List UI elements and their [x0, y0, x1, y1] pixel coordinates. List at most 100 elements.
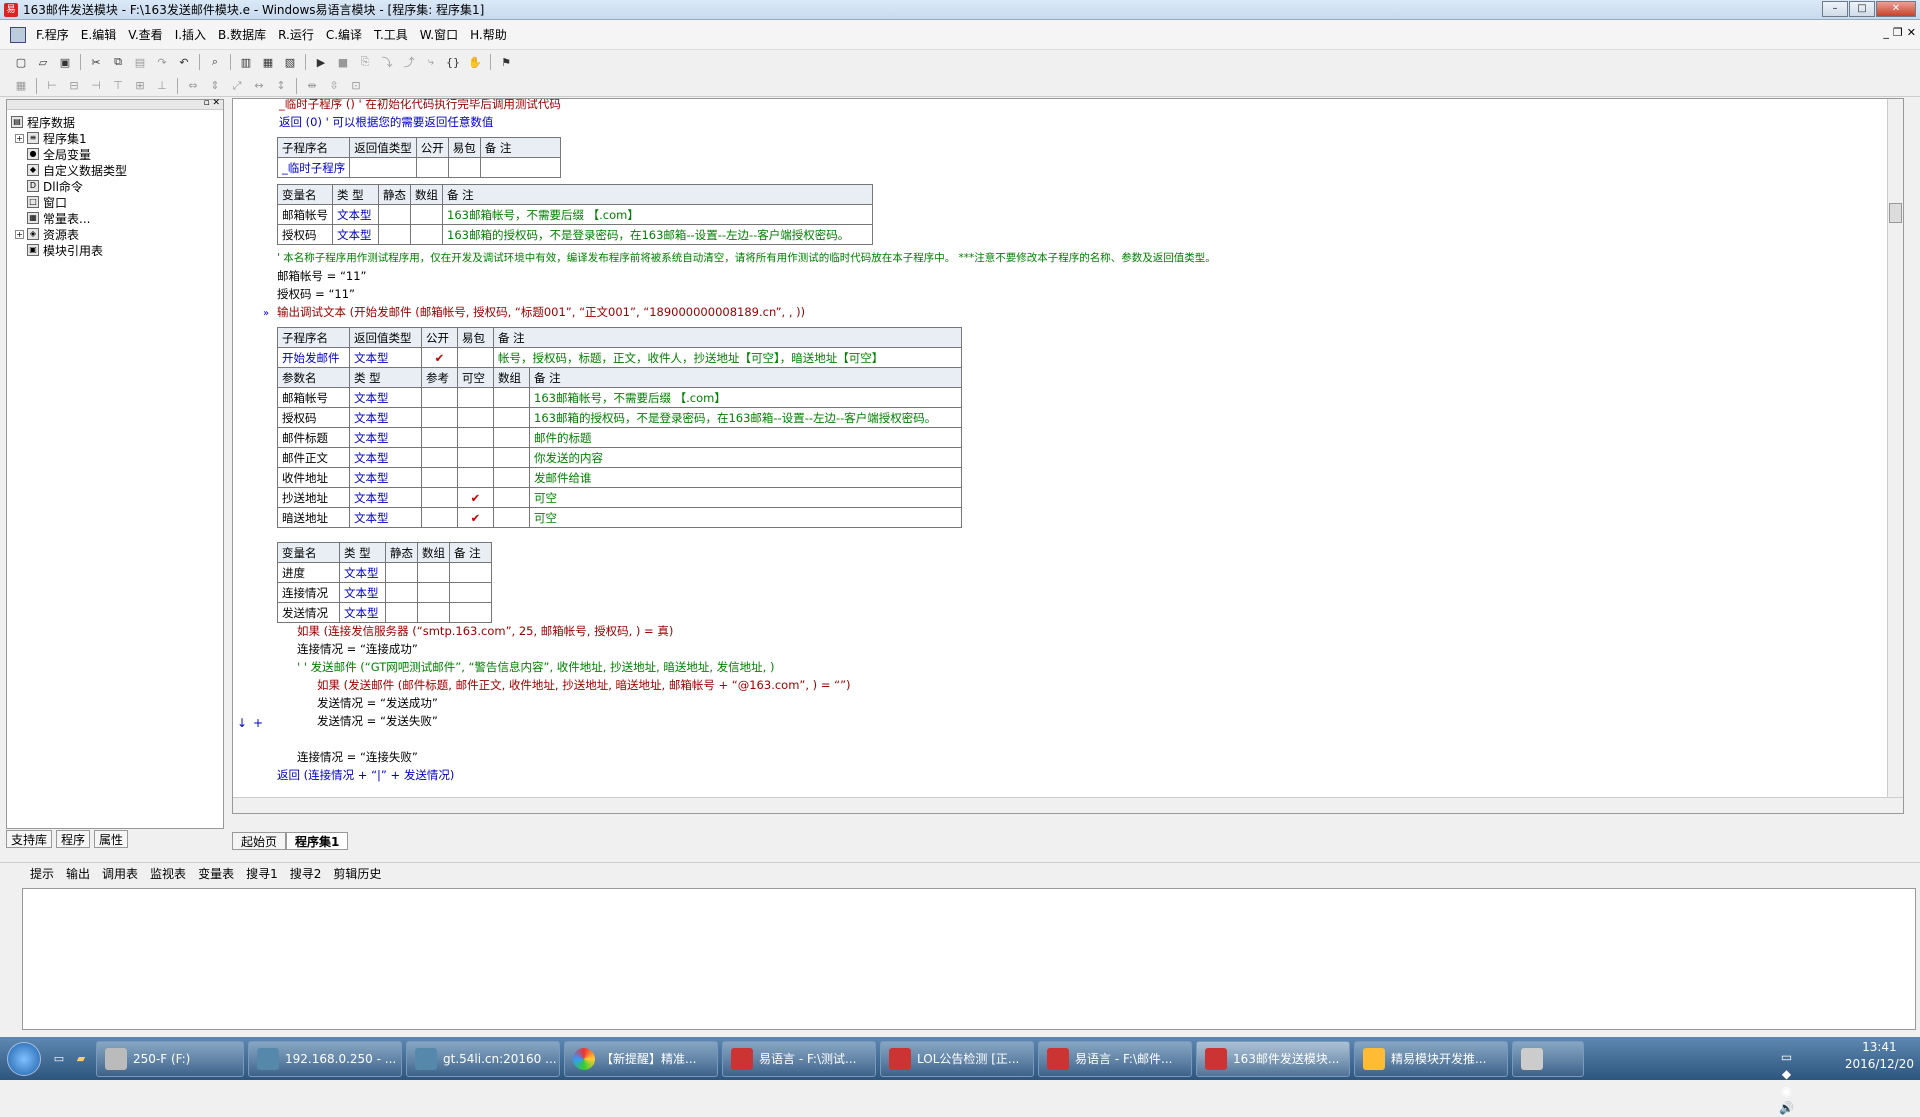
table-row[interactable]: 连接情况 文本型	[277, 582, 492, 603]
mdi-close-button[interactable]: ✕	[1907, 26, 1916, 39]
table-row[interactable]: 进度 文本型	[277, 562, 492, 583]
tree-item-datatypes[interactable]: ◆ 自定义数据类型	[11, 162, 223, 178]
table-cell[interactable]	[493, 487, 530, 508]
menu-database[interactable]: B.数据库	[218, 26, 266, 43]
layout-left-icon[interactable]: ▥	[238, 54, 254, 70]
table-cell[interactable]	[421, 387, 458, 408]
table-cell[interactable]: 文本型	[349, 467, 422, 488]
table-cell[interactable]	[415, 157, 449, 178]
table-cell[interactable]	[410, 204, 443, 225]
table-cell[interactable]: 文本型	[349, 347, 422, 368]
table-cell[interactable]: 帐号，授权码，标题，正文，收件人，抄送地址【可空】，暗送地址【可空】	[493, 347, 962, 368]
code-line[interactable]: 授权码 = “11”	[277, 285, 355, 303]
clock-date[interactable]: 2016/12/20	[1845, 1056, 1914, 1073]
taskbar-button[interactable]: 【新提醒】精准...	[564, 1040, 718, 1077]
taskbar-button[interactable]: LOL公告检测 [正...	[880, 1040, 1034, 1077]
open-folder-icon[interactable]: ▱	[35, 54, 51, 70]
copy-icon[interactable]: ⧉	[110, 54, 126, 70]
code-area[interactable]: _临时子程序 () ' 在初始化代码执行完毕后调用测试代码 返回 (0) ' 可…	[275, 99, 1885, 813]
document-icon[interactable]	[10, 26, 26, 43]
explorer-icon[interactable]: ▰	[73, 1051, 89, 1067]
table-cell[interactable]	[378, 224, 411, 245]
table-row[interactable]: 收件地址 文本型 发邮件给谁	[277, 467, 962, 488]
tab-watch[interactable]: 监视表	[150, 865, 186, 882]
table-cell[interactable]	[493, 507, 530, 528]
step-out-icon[interactable]: ⤴	[401, 54, 417, 70]
table-cell[interactable]: 文本型	[349, 427, 422, 448]
taskbar-button[interactable]: 易语言 - F:\邮件...	[1038, 1040, 1192, 1077]
table-cell[interactable]: 163邮箱帐号，不需要后缀 【.com】	[442, 204, 873, 225]
step-over-icon[interactable]: ⤷	[423, 54, 439, 70]
table-cell[interactable]: _临时子程序	[276, 157, 351, 178]
code-comment[interactable]: ' 本名称子程序用作测试程序用，仅在开发及调试环境中有效，编译发布程序前将被系统…	[277, 249, 1216, 267]
tab-call-stack[interactable]: 调用表	[102, 865, 138, 882]
table-cell[interactable]: 授权码	[277, 407, 350, 428]
same-height-icon[interactable]: ⇕	[207, 78, 223, 94]
align-middle-icon[interactable]: ⊞	[132, 78, 148, 94]
table-cell[interactable]	[385, 602, 418, 623]
table-row[interactable]: 开始发邮件 文本型 ✔ 帐号，授权码，标题，正文，收件人，抄送地址【可空】，暗送地址【…	[277, 347, 962, 368]
expand-icon[interactable]: +	[15, 133, 24, 143]
table-cell[interactable]: 你发送的内容	[529, 447, 962, 468]
hand-icon[interactable]: ✋	[467, 54, 483, 70]
table-cell[interactable]	[410, 224, 443, 245]
table-cell[interactable]	[421, 467, 458, 488]
table-cell[interactable]	[447, 157, 481, 178]
table-cell[interactable]: 163邮箱帐号，不需要后缀 【.com】	[529, 387, 962, 408]
table-cell[interactable]	[457, 427, 494, 448]
menu-help[interactable]: H.帮助	[470, 26, 507, 43]
taskbar-button-active[interactable]: 163邮件发送模块...	[1196, 1040, 1350, 1077]
menu-run[interactable]: R.运行	[278, 26, 314, 43]
table-cell[interactable]	[479, 157, 561, 178]
tray-icons[interactable]: ▭ ◆ ◉ 🔊	[1779, 1049, 1794, 1117]
table-cell[interactable]	[493, 467, 530, 488]
step-icon[interactable]: ⎘	[357, 54, 373, 70]
menu-tools[interactable]: T.工具	[374, 26, 408, 43]
table-cell[interactable]: 文本型	[349, 387, 422, 408]
table-cell[interactable]	[421, 507, 458, 528]
table-cell[interactable]	[421, 407, 458, 428]
vertical-scrollbar[interactable]	[1887, 99, 1903, 799]
table-cell[interactable]: 开始发邮件	[277, 347, 350, 368]
table-cell[interactable]	[457, 467, 494, 488]
code-line[interactable]: 邮箱帐号 = “11”	[277, 267, 367, 285]
tab-hints[interactable]: 提示	[30, 865, 54, 882]
new-file-icon[interactable]: ▢	[13, 54, 29, 70]
table-cell[interactable]	[349, 157, 417, 178]
code-line[interactable]: 连接情况 = “连接失败”	[297, 748, 418, 766]
tree-root[interactable]: ▤ 程序数据	[11, 114, 223, 130]
align-bottom-icon[interactable]: ⊥	[154, 78, 170, 94]
table-cell[interactable]: 文本型	[349, 487, 422, 508]
table-row[interactable]: 邮箱帐号 文本型 163邮箱帐号，不需要后缀 【.com】	[277, 204, 873, 225]
checkmark-icon[interactable]: ✔	[421, 347, 458, 368]
tree-item-module-refs[interactable]: ▣ 模块引用表	[11, 242, 223, 258]
menu-compile[interactable]: C.编译	[326, 26, 362, 43]
clock-time[interactable]: 13:41	[1845, 1039, 1914, 1056]
tree-item-dll[interactable]: D Dll命令	[11, 178, 223, 194]
table-cell[interactable]: 抄送地址	[277, 487, 350, 508]
table-cell[interactable]	[421, 447, 458, 468]
code-line[interactable]: 如果 (发送邮件 (邮件标题, 邮件正文, 收件地址, 抄送地址, 暗送地址, …	[317, 676, 851, 694]
same-size-icon[interactable]: ⤢	[229, 78, 245, 94]
code-line[interactable]: _临时子程序 () ' 在初始化代码执行完毕后调用测试代码	[279, 99, 561, 113]
code-line[interactable]: 连接情况 = “连接成功”	[297, 640, 418, 658]
table-row[interactable]: 邮件标题 文本型 邮件的标题	[277, 427, 962, 448]
tab-start-page[interactable]: 起始页	[232, 832, 287, 850]
table-cell[interactable]	[457, 447, 494, 468]
menu-edit[interactable]: E.编辑	[81, 26, 116, 43]
table-row[interactable]: 邮箱帐号 文本型 163邮箱帐号，不需要后缀 【.com】	[277, 387, 962, 408]
align-top-icon[interactable]: ⊤	[110, 78, 126, 94]
center-vertical-icon[interactable]: ⇳	[326, 78, 342, 94]
align-grid-icon[interactable]: ▦	[13, 78, 29, 94]
horizontal-scrollbar[interactable]	[233, 797, 1903, 813]
table-cell[interactable]: 连接情况	[277, 582, 340, 603]
align-left-icon[interactable]: ⊢	[44, 78, 60, 94]
table-cell[interactable]: 发邮件给谁	[529, 467, 962, 488]
tab-properties[interactable]: 属性	[94, 830, 129, 848]
paste-icon[interactable]: ▤	[132, 54, 148, 70]
taskbar-button[interactable]: 192.168.0.250 - ...	[248, 1040, 402, 1077]
table-cell[interactable]	[493, 427, 530, 448]
table-cell[interactable]: 文本型	[339, 582, 386, 603]
tab-program[interactable]: 程序	[56, 830, 91, 848]
tree-item-resources[interactable]: + ◈ 资源表	[11, 226, 223, 242]
